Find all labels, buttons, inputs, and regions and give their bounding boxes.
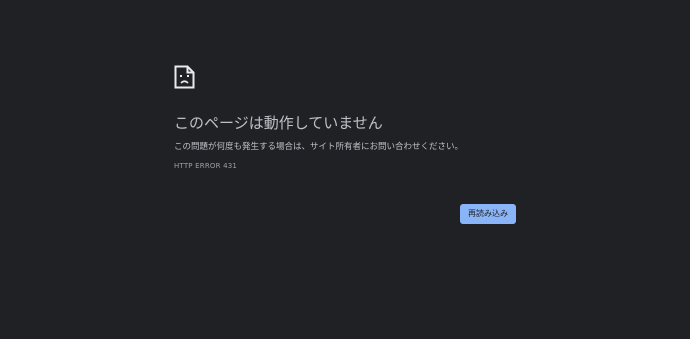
sad-page-icon (174, 65, 195, 89)
error-description: この問題が何度も発生する場合は、サイト所有者にお問い合わせください。 (174, 142, 464, 152)
page-title: このページは動作していません (174, 114, 383, 132)
error-code: HTTP ERROR 431 (174, 162, 238, 170)
error-page: このページは動作していません この問題が何度も発生する場合は、サイト所有者にお問… (0, 0, 690, 339)
reload-button[interactable]: 再読み込み (460, 204, 516, 224)
